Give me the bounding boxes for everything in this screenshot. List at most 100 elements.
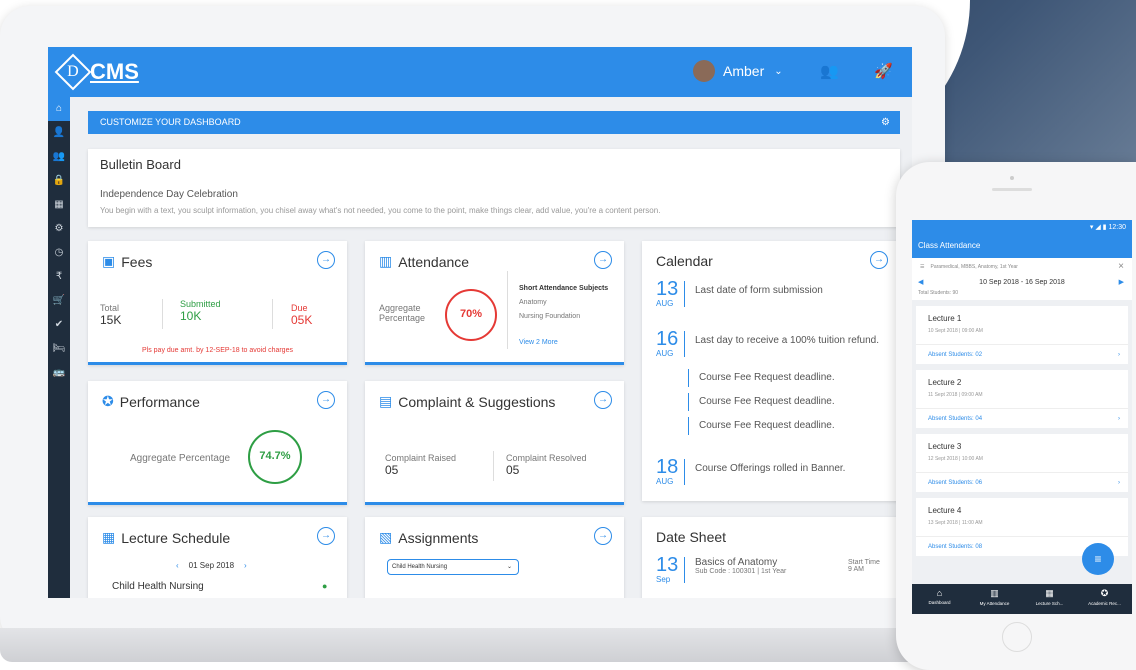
attendance-title: ▥ Attendance (379, 253, 470, 270)
assignments-title: ▧ Assignments (379, 529, 479, 546)
rocket-icon[interactable]: 🚀 (874, 62, 893, 80)
app-logo[interactable]: D CMS (54, 53, 139, 91)
assignments-arrow-icon[interactable]: → (594, 527, 612, 545)
calendar-sub-event: Course Fee Request deadline. (688, 393, 835, 411)
short-subject: Anatomy (519, 299, 547, 306)
customize-dashboard-bar[interactable]: CUSTOMIZE YOUR DASHBOARD ⚙ (88, 111, 900, 134)
calendar-title: Calendar (656, 253, 713, 269)
user-name: Amber (723, 63, 765, 79)
lecture-card[interactable]: Lecture 1 10 Sept 2018 | 09:00 AM Absent… (916, 306, 1128, 364)
sidebar-rupee-icon[interactable]: ₹ (48, 265, 70, 289)
filter-icon: ☰ (920, 264, 925, 270)
phone-total-students: Total Students: 90 (912, 290, 1132, 300)
calendar-event: 13 AUG Last date of form submission (656, 278, 823, 308)
lecture-schedule-title: ▦ Lecture Schedule (102, 529, 231, 546)
fees-arrow-icon[interactable]: → (317, 251, 335, 269)
sidebar-lock-icon[interactable]: 🔒 (48, 169, 70, 193)
lecture-schedule-arrow-icon[interactable]: → (317, 527, 335, 545)
next-week-icon[interactable]: ▶ (1119, 276, 1124, 290)
chevron-right-icon[interactable]: › (1118, 409, 1120, 429)
sidebar: ⌂ 👤 👥 🔒 ▦ ⚙ ◷ ₹ 🛒 ✔ 🛏 🚌 (48, 97, 70, 598)
customize-label: CUSTOMIZE YOUR DASHBOARD (100, 117, 241, 127)
top-bar: D CMS Amber ⌄ 👥 🚀 (48, 47, 912, 97)
fees-due: Due 05K (291, 303, 313, 327)
divider (162, 299, 163, 329)
short-subject: Nursing Foundation (519, 313, 581, 320)
sidebar-cart-icon[interactable]: 🛒 (48, 289, 70, 313)
view-more-link[interactable]: View 2 More (519, 339, 558, 346)
short-attendance-title: Short Attendance Subjects (519, 285, 609, 292)
attendance-aggregate-label: Aggregate Percentage (379, 303, 426, 323)
bulletin-text: You begin with a text, you sculpt inform… (100, 206, 661, 215)
sidebar-clock-icon[interactable]: ◷ (48, 241, 70, 265)
phone-screen: ▾ ◢ ▮ 12:30 Class Attendance ☰ Paramedica… (912, 220, 1132, 614)
divider (507, 271, 508, 349)
nav-academic-records[interactable]: ✪ Academic Rec... (1077, 584, 1132, 614)
performance-arrow-icon[interactable]: → (317, 391, 335, 409)
avatar (693, 60, 715, 82)
fees-card: ▣ Fees → Total 15K Submitted 10K Due 05K … (88, 241, 347, 365)
calendar-event: 18 AUG Course Offerings rolled in Banner. (656, 456, 846, 486)
logo-text: CMS (90, 59, 139, 84)
close-icon[interactable]: × (1118, 258, 1124, 276)
performance-card: ✪ Performance → Aggregate Percentage 74.7… (88, 381, 347, 505)
logo-diamond-icon: D (54, 53, 92, 91)
gear-icon[interactable]: ⚙ (881, 111, 890, 134)
sidebar-bus-icon[interactable]: 🚌 (48, 361, 70, 385)
lecture-subject: Child Health Nursing (112, 581, 204, 592)
phone-speaker (992, 188, 1032, 191)
chart-icon: ▥ (990, 588, 999, 598)
complaint-title: ▤ Complaint & Suggestions (379, 393, 556, 410)
calendar-event: 16 AUG Last day to receive a 100% tuition… (656, 328, 880, 358)
award-icon: ✪ (102, 393, 114, 409)
attendance-arrow-icon[interactable]: → (594, 251, 612, 269)
performance-title: ✪ Performance (102, 393, 200, 410)
sidebar-bed-icon[interactable]: 🛏 (48, 337, 70, 361)
prev-week-icon[interactable]: ◀ (918, 276, 923, 290)
document-icon: ▤ (379, 393, 393, 409)
fees-total: Total 15K (100, 303, 122, 327)
calendar-arrow-icon[interactable]: → (870, 251, 888, 269)
sidebar-calendar-icon[interactable]: ▦ (48, 193, 70, 217)
sidebar-group-icon[interactable]: 👥 (48, 145, 70, 169)
divider (272, 299, 273, 329)
nav-dashboard[interactable]: ⌂ Dashboard (912, 584, 967, 614)
sidebar-check-icon[interactable]: ✔ (48, 313, 70, 337)
attendance-percent-ring: 70% (445, 289, 497, 341)
calendar-card: Calendar → 13 AUG Last date of form submi… (642, 241, 900, 501)
user-menu[interactable]: Amber ⌄ (693, 60, 783, 82)
chevron-down-icon: ⌄ (774, 65, 783, 77)
building-icon: ▦ (1045, 588, 1054, 598)
phone-home-button (1002, 622, 1032, 652)
lecture-card[interactable]: Lecture 2 11 Sept 2018 | 09:00 AM Absent… (916, 370, 1128, 428)
dashboard-screen: D CMS Amber ⌄ 👥 🚀 ⌂ 👤 👥 🔒 ▦ ⚙ ◷ ₹ 🛒 ✔ 🛏 … (48, 47, 912, 598)
next-arrow-icon[interactable]: › (244, 561, 247, 570)
clipboard-icon: ▧ (379, 529, 393, 545)
nav-lecture-schedule[interactable]: ▦ Lecture Sch... (1022, 584, 1077, 614)
lecture-card[interactable]: Lecture 3 12 Sept 2018 | 10:00 AM Absent… (916, 434, 1128, 492)
award-icon: ✪ (1100, 588, 1109, 598)
phone-filter[interactable]: ☰ Paramedical, MBBS, Anatomy, 1st Year × (912, 258, 1132, 276)
users-notification-icon[interactable]: 👥 (820, 62, 839, 80)
chevron-right-icon[interactable]: › (1118, 473, 1120, 493)
date-sheet-card: Date Sheet 13 Sep Basics of Anatomy Sub C… (642, 517, 900, 598)
building-icon: ▦ (102, 529, 116, 545)
complaint-arrow-icon[interactable]: → (594, 391, 612, 409)
prev-arrow-icon[interactable]: ‹ (176, 561, 179, 570)
phone-bottom-nav: ⌂ Dashboard ▥ My Attendance ▦ Lecture Sch..… (912, 584, 1132, 614)
phone-title: Class Attendance (912, 236, 1132, 258)
bar-chart-icon: ▥ (379, 253, 393, 269)
bulletin-subtitle: Independence Day Celebration (100, 189, 238, 200)
calendar-sub-event: Course Fee Request deadline. (688, 417, 835, 435)
assignments-select[interactable]: Child Health Nursing ⌄ (387, 559, 519, 575)
sidebar-home-icon[interactable]: ⌂ (48, 97, 70, 121)
sidebar-settings-icon[interactable]: ⚙ (48, 217, 70, 241)
filter-fab-button[interactable]: ≡ (1082, 543, 1114, 575)
money-icon: ▣ (102, 253, 116, 269)
sidebar-user-icon[interactable]: 👤 (48, 121, 70, 145)
fees-title: ▣ Fees (102, 253, 153, 270)
chevron-right-icon[interactable]: › (1118, 345, 1120, 365)
phone-status-bar: ▾ ◢ ▮ 12:30 (912, 220, 1132, 236)
complaint-card: ▤ Complaint & Suggestions → Complaint Rai… (365, 381, 624, 505)
nav-my-attendance[interactable]: ▥ My Attendance (967, 584, 1022, 614)
